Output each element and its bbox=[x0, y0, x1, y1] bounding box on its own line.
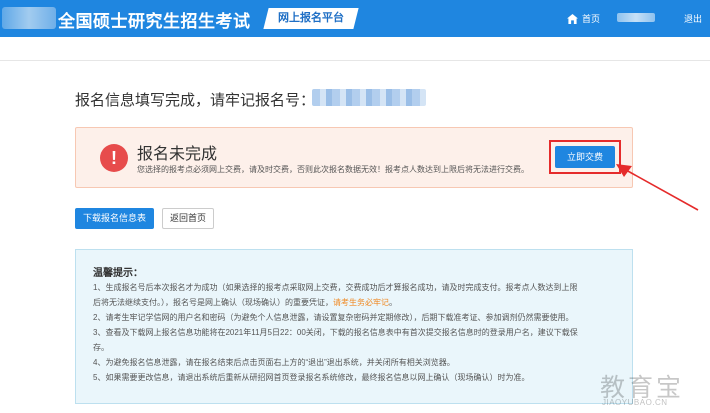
brand-logo-blurred bbox=[2, 7, 56, 29]
tips-item: 后将无法继续支付。），报名号是网上确认（现场确认）的重要凭证，请考生务必牢记。 bbox=[93, 298, 397, 307]
download-form-button[interactable]: 下载报名信息表 bbox=[75, 208, 154, 229]
tips-box: 温馨提示： 1、生成报名号后本次报名才为成功（如果选择的报考点采取网上交费，交费… bbox=[75, 249, 633, 404]
exclamation-icon: ! bbox=[100, 144, 128, 172]
tips-item: 5、如果需要更改信息，请退出系统后重新从研招网首页登录报名系统修改，最终报名信息… bbox=[93, 373, 530, 382]
remember-emphasis: 请考生务必牢记 bbox=[333, 298, 389, 307]
top-header: 全国硕士研究生招生考试 网上报名平台 首页 退出 bbox=[0, 0, 710, 37]
pay-now-button[interactable]: 立即交费 bbox=[555, 146, 615, 168]
tips-list: 1、生成报名号后本次报名才为成功（如果选择的报考点采取网上交费，交费成功后才算报… bbox=[93, 280, 618, 385]
home-icon bbox=[567, 13, 578, 24]
nav-home-label: 首页 bbox=[582, 14, 601, 24]
nav-home-link[interactable]: 首页 bbox=[567, 12, 600, 25]
back-home-button[interactable]: 返回首页 bbox=[162, 208, 214, 229]
tips-item: 存。 bbox=[93, 343, 109, 352]
logout-link[interactable]: 退出 bbox=[684, 12, 702, 25]
tips-item: 2、请考生牢记学信网的用户名和密码（为避免个人信息泄露，请设置复杂密码并定期修改… bbox=[93, 313, 574, 322]
tips-item: 4、为避免报名信息泄露，请在报名结束后点击页面右上方的“退出”退出系统，并关闭所… bbox=[93, 358, 455, 367]
platform-tag: 网上报名平台 bbox=[263, 8, 359, 29]
site-title: 全国硕士研究生招生考试 bbox=[58, 12, 251, 31]
watermark-logo: 教育宝 JIAOYUBAO.CN bbox=[600, 368, 705, 408]
alert-description: 您选择的报考点必须网上交费，请及时交费，否则此次报名数据无效！报考点人数达到上限… bbox=[137, 165, 529, 174]
callout-arrow-icon bbox=[616, 164, 699, 211]
completion-message: 报名信息填写完成，请牢记报名号： bbox=[75, 92, 316, 109]
tips-item: 1、生成报名号后本次报名才为成功（如果选择的报考点采取网上交费，交费成功后才算报… bbox=[93, 283, 578, 292]
registration-number-blurred bbox=[312, 89, 426, 106]
alert-title: 报名未完成 bbox=[137, 146, 218, 163]
tips-item: 3、查看及下载网上报名信息功能将在2021年11月5日22：00关闭，下载的报名… bbox=[93, 328, 578, 337]
user-name-blurred bbox=[617, 13, 655, 22]
watermark-sub-text: JIAOYUBAO.CN bbox=[602, 398, 668, 407]
platform-tag-label: 网上报名平台 bbox=[278, 12, 344, 24]
tips-title: 温馨提示： bbox=[93, 268, 143, 279]
